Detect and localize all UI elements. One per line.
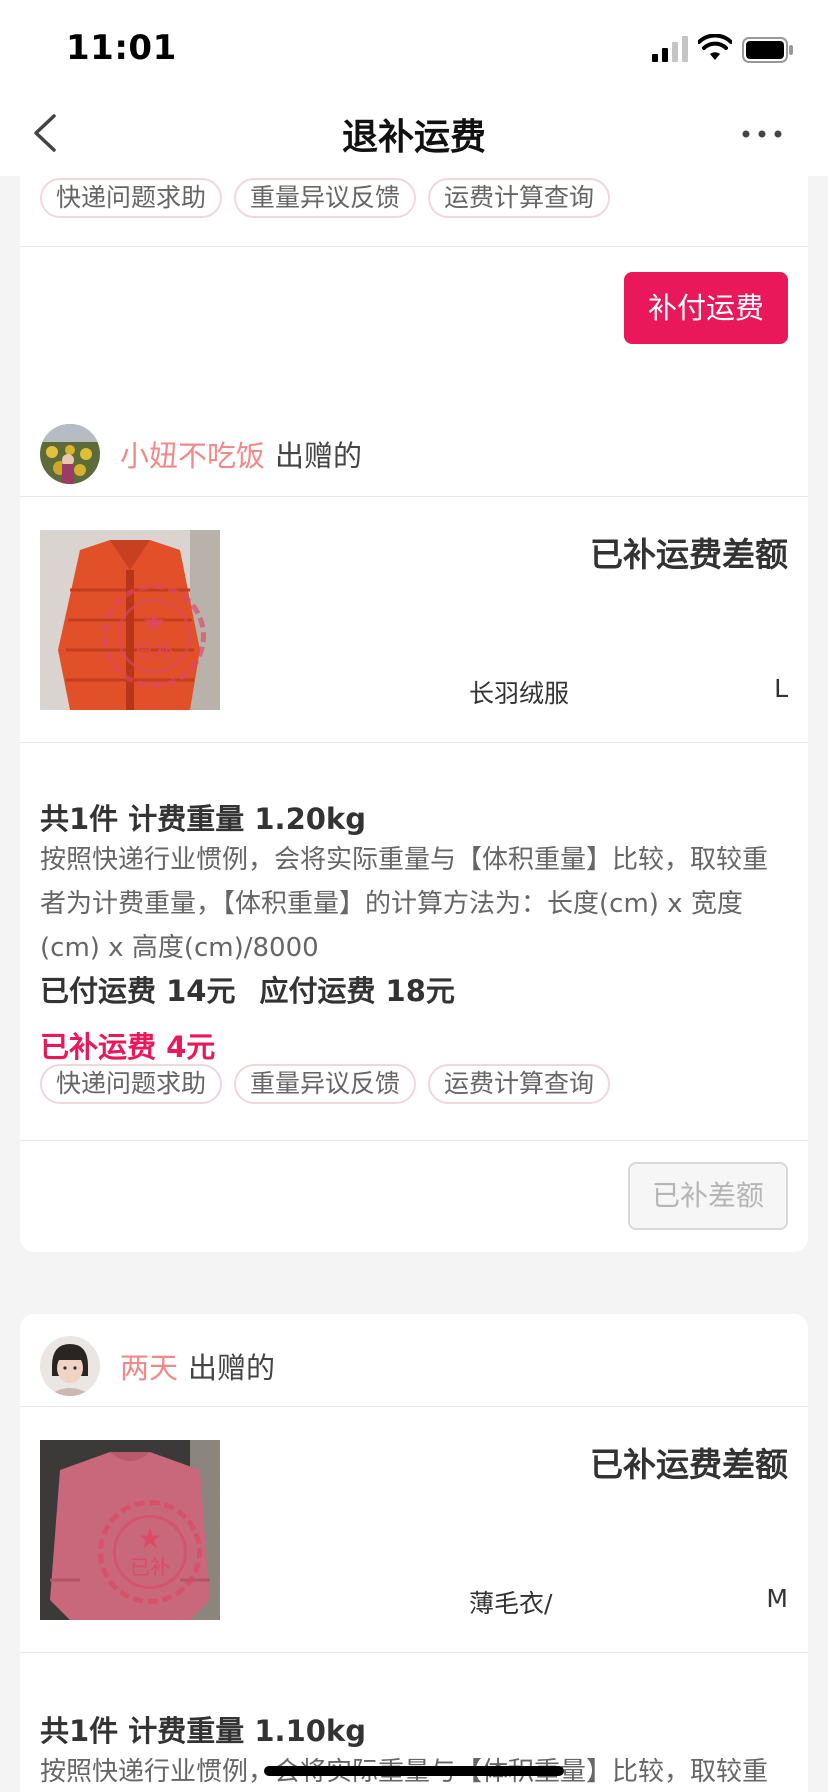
giver-username[interactable]: 两天 <box>120 1345 178 1387</box>
divider <box>20 246 808 247</box>
order-list[interactable]: 快递问题求助 重量异议反馈 运费计算查询 补付运费 小妞不吃饭 出赠的 ★ 已补… <box>0 176 828 1792</box>
paid-stamp-icon: ★ 已补 <box>98 1500 202 1604</box>
item-name: 长羽绒服 <box>469 679 570 708</box>
item-name: 薄毛衣/ <box>469 1589 553 1618</box>
product-image-sweater[interactable]: ★ 已补 <box>40 1440 220 1620</box>
stamp-text: 已补 <box>134 639 174 663</box>
refund-status: 已补运费差额 <box>590 1445 788 1484</box>
avatar <box>40 1336 100 1396</box>
order-card: 两天 出赠的 ★ 已补 已补运费差额 薄毛衣/ M 共1件 计费重量 1.10k… <box>20 1314 808 1792</box>
chip-fee-query[interactable]: 运费计算查询 <box>428 178 611 218</box>
paid-fee: 已付运费 14元 <box>40 974 236 1008</box>
battery-icon <box>742 37 793 63</box>
order-card-chip-area: 快递问题求助 重量异议反馈 运费计算查询 <box>20 1064 808 1132</box>
stamp-text: 已补 <box>130 1555 170 1579</box>
more-options-icon[interactable] <box>738 116 786 152</box>
giver-username[interactable]: 小妞不吃饭 <box>120 433 265 475</box>
order-card-footer: 已补差额 <box>20 1132 808 1252</box>
divider <box>20 742 808 743</box>
item-size: L <box>774 674 788 703</box>
chip-weight-dispute[interactable]: 重量异议反馈 <box>234 178 417 218</box>
fee-line: 已付运费 14元 应付运费 18元 <box>40 968 455 1010</box>
screen: 11:01 退补运费 快递问题求助 重量异议反馈 运费计算查询 补付运费 小妞不… <box>0 0 828 1792</box>
chip-express-help[interactable]: 快递问题求助 <box>40 1064 223 1104</box>
chip-fee-query[interactable]: 运费计算查询 <box>428 1064 611 1104</box>
wifi-icon <box>698 34 732 60</box>
order-card: 小妞不吃饭 出赠的 ★ 已补 已补运费差额 长羽绒服 L 共1件 计费重量 1.… <box>20 404 808 1132</box>
paid-stamp-icon: ★ 已补 <box>102 584 206 688</box>
divider <box>20 1140 808 1141</box>
paid-difference-button[interactable]: 已补差额 <box>628 1162 788 1230</box>
gifted-label: 出赠的 <box>275 439 363 473</box>
divider <box>20 496 808 497</box>
divider <box>20 1652 808 1653</box>
status-bar: 11:01 <box>0 0 828 88</box>
page-title: 退补运费 <box>341 117 486 158</box>
user-row: 小妞不吃饭 出赠的 <box>40 424 362 484</box>
weight-summary: 共1件 计费重量 1.10kg <box>40 1714 366 1748</box>
pay-shipping-button[interactable]: 补付运费 <box>624 272 788 344</box>
due-fee: 应付运费 18元 <box>259 974 455 1008</box>
refund-status: 已补运费差额 <box>590 535 788 574</box>
help-chips: 快递问题求助 重量异议反馈 运费计算查询 <box>40 1064 611 1104</box>
product-image-down-coat[interactable]: ★ 已补 <box>40 530 220 710</box>
help-chips: 快递问题求助 重量异议反馈 运费计算查询 <box>40 178 611 218</box>
chip-weight-dispute[interactable]: 重量异议反馈 <box>234 1064 417 1104</box>
status-time: 11:01 <box>66 28 177 68</box>
weight-summary: 共1件 计费重量 1.20kg <box>40 802 366 836</box>
nav-bar: 退补运费 <box>0 88 828 176</box>
item-size: M <box>766 1584 788 1613</box>
gifted-label: 出赠的 <box>188 1351 276 1385</box>
cellular-signal-icon <box>652 36 688 62</box>
extra-paid-fee: 已补运费 4元 <box>40 1030 216 1064</box>
user-row: 两天 出赠的 <box>40 1336 275 1396</box>
chip-express-help[interactable]: 快递问题求助 <box>40 178 223 218</box>
avatar <box>40 424 100 484</box>
home-indicator <box>264 1766 564 1776</box>
divider <box>20 1406 808 1407</box>
weight-rule-description: 按照快递行业惯例，会将实际重量与【体积重量】比较，取较重者为计费重量，【体积重量… <box>40 845 769 963</box>
